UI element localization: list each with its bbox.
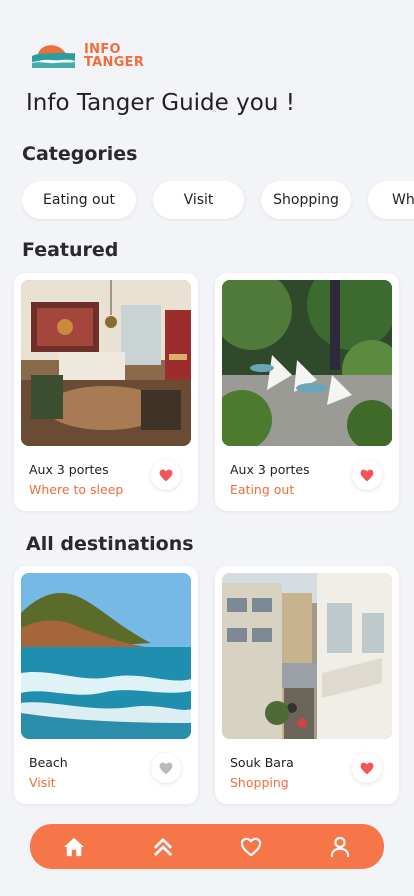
hotel-room-photo <box>21 280 191 446</box>
favorite-button[interactable] <box>352 460 382 490</box>
heart-icon <box>360 762 374 774</box>
page-tagline: Info Tanger Guide you ! <box>26 90 295 116</box>
featured-card-2[interactable]: Aux 3 portes Eating out <box>215 273 399 511</box>
nav-favorites[interactable] <box>231 827 271 867</box>
destination-card-1[interactable]: Beach Visit <box>14 566 198 804</box>
favorite-button[interactable] <box>352 753 382 783</box>
logo-mark-icon <box>32 45 75 68</box>
card-subtitle: Visit <box>29 775 56 790</box>
app-logo: INFO TANGER <box>30 42 144 70</box>
category-chip-more[interactable]: Wh <box>368 181 414 219</box>
logo-text: INFO TANGER <box>84 43 144 69</box>
destinations-title: All destinations <box>26 533 194 555</box>
category-chip-eating-out[interactable]: Eating out <box>22 181 136 219</box>
souk-street-photo <box>222 573 392 739</box>
destination-card-2[interactable]: Souk Bara Shopping <box>215 566 399 804</box>
heart-icon <box>159 469 173 481</box>
nav-home[interactable] <box>54 827 94 867</box>
home-icon <box>64 837 85 856</box>
favorite-button[interactable] <box>151 460 181 490</box>
featured-title: Featured <box>22 239 119 261</box>
bottom-navigation <box>30 824 384 869</box>
nav-profile[interactable] <box>320 827 360 867</box>
user-icon <box>330 836 350 857</box>
card-title: Aux 3 portes <box>29 462 109 477</box>
beach-photo <box>21 573 191 739</box>
heart-icon <box>360 469 374 481</box>
chevrons-up-icon <box>154 837 172 856</box>
category-chip-shopping[interactable]: Shopping <box>261 181 351 219</box>
card-subtitle: Shopping <box>230 775 289 790</box>
card-subtitle: Where to sleep <box>29 482 124 497</box>
favorite-button[interactable] <box>151 753 181 783</box>
heart-icon <box>159 762 173 774</box>
garden-cafe-photo <box>222 280 392 446</box>
card-title: Beach <box>29 755 68 770</box>
logo-line-2: TANGER <box>84 55 145 70</box>
nav-top[interactable] <box>143 827 183 867</box>
category-chips: Eating out Visit Shopping Wh <box>22 181 414 221</box>
card-title: Aux 3 portes <box>230 462 310 477</box>
featured-card-1[interactable]: Aux 3 portes Where to sleep <box>14 273 198 511</box>
heart-icon <box>241 837 262 856</box>
category-chip-visit[interactable]: Visit <box>153 181 244 219</box>
card-title: Souk Bara <box>230 755 294 770</box>
categories-title: Categories <box>22 143 138 165</box>
card-subtitle: Eating out <box>230 482 295 497</box>
